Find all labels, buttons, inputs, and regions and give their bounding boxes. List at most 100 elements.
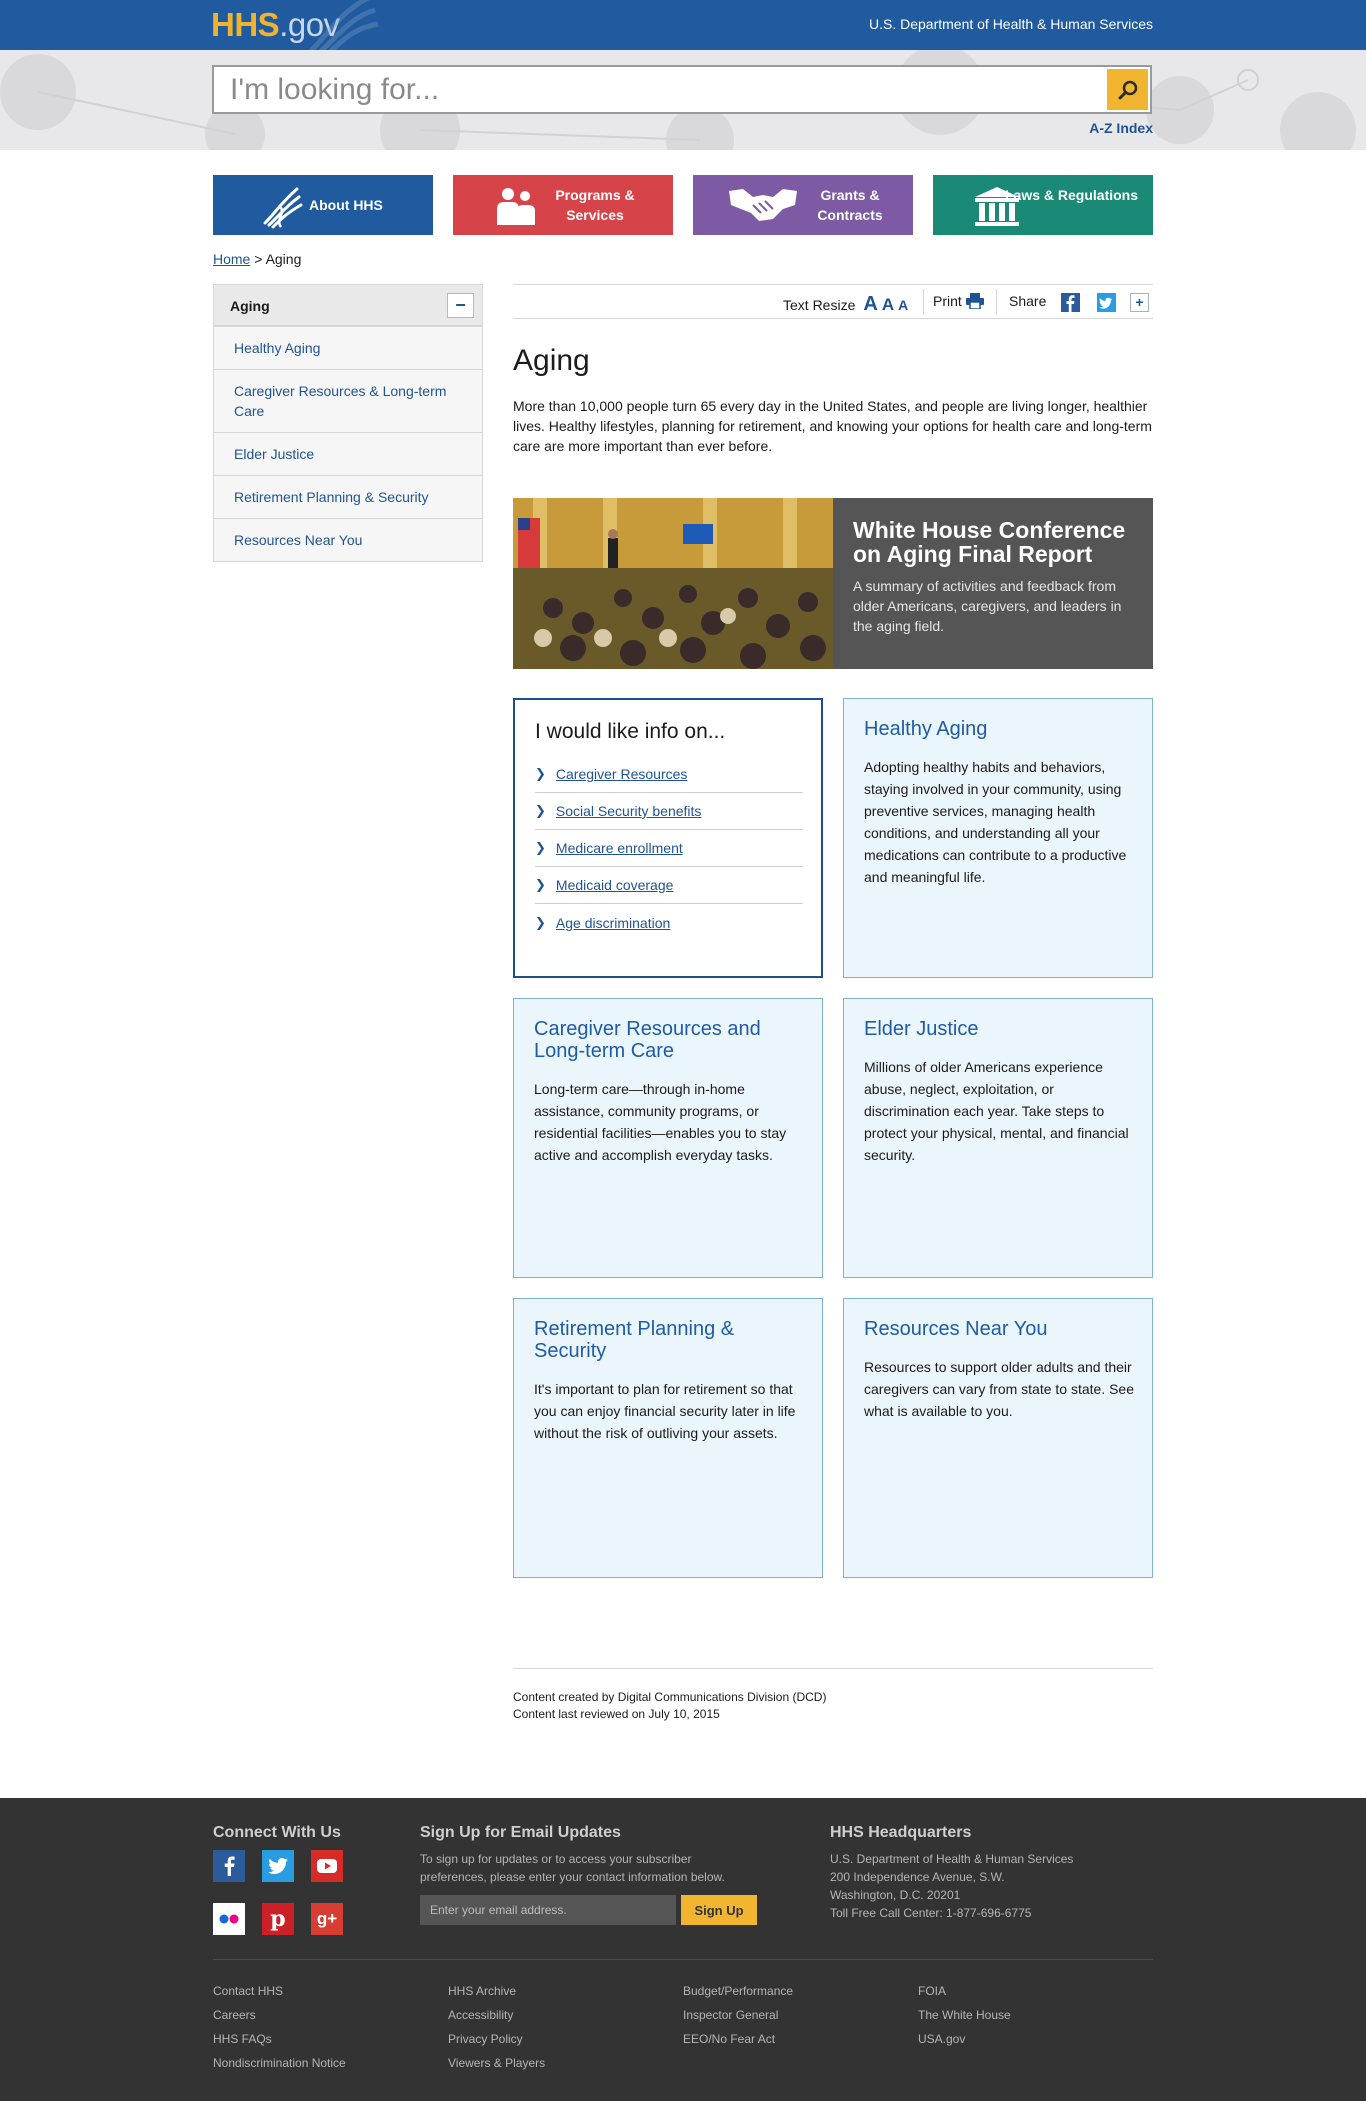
nav-grants-contracts[interactable]: Grants & Contracts [693, 175, 913, 235]
info-link-list: ❯ Caregiver Resources ❯ Social Security be… [535, 756, 803, 941]
nav-programs-label: Programs & Services [555, 187, 635, 223]
card-title: Elder Justice [864, 1018, 979, 1040]
nav-laws-regulations[interactable]: Laws & Regulations [933, 175, 1153, 235]
print-button[interactable]: Print [933, 293, 984, 309]
breadcrumb: Home > Aging [213, 251, 301, 267]
card-resources-near-you[interactable]: Resources Near You Resources to support … [843, 1298, 1153, 1578]
card-elder-justice[interactable]: Elder Justice Millions of older American… [843, 998, 1153, 1278]
card-text: Millions of older Americans experience a… [864, 1059, 1129, 1163]
list-item: ❯ Caregiver Resources [535, 756, 803, 793]
facebook-share-icon[interactable] [1061, 293, 1080, 312]
nav-programs-services[interactable]: Programs & Services [453, 175, 673, 235]
flickr-icon[interactable] [213, 1903, 245, 1935]
sidebar-collapse-button[interactable]: − [447, 293, 474, 318]
footer-divider [213, 1959, 1153, 1960]
sidebar-item-resources-near-you[interactable]: Resources Near You [214, 518, 482, 561]
page-title: Aging [513, 344, 590, 377]
pinterest-icon[interactable]: p [262, 1903, 294, 1935]
card-title: Healthy Aging [864, 718, 988, 740]
share-more-button[interactable]: + [1130, 293, 1149, 312]
card-title: Retirement Planning & Security [534, 1318, 735, 1362]
card-retirement-planning[interactable]: Retirement Planning & Security It's impo… [513, 1298, 823, 1578]
card-title: Caregiver Resources and Long-term Care [534, 1018, 761, 1062]
conference-photo [513, 498, 833, 669]
twitter-icon[interactable] [262, 1850, 294, 1882]
card-healthy-aging[interactable]: Healthy Aging Adopting healthy habits an… [843, 698, 1153, 978]
share-group: Share [1009, 293, 1046, 309]
content-reviewed: Content last reviewed on July 10, 2015 [513, 1707, 720, 1721]
chevron-right-icon: ❯ [535, 840, 546, 855]
text-resize-group: Text Resize A A A [783, 293, 908, 316]
search-button[interactable] [1107, 69, 1148, 110]
info-link-social-security[interactable]: Social Security benefits [556, 803, 702, 819]
info-link-medicaid[interactable]: Medicaid coverage [556, 877, 674, 893]
info-link-caregiver-resources[interactable]: Caregiver Resources [556, 766, 688, 782]
search-band: A-Z Index [0, 50, 1366, 150]
list-item: ❯ Age discrimination [535, 904, 803, 941]
search-icon [1118, 80, 1137, 99]
content-created: Content created by Digital Communication… [513, 1690, 827, 1704]
footer-link[interactable]: USA.gov [918, 2027, 1011, 2051]
content-meta: Content created by Digital Communication… [513, 1668, 1153, 1723]
handshake-icon [729, 189, 797, 221]
footer: Connect With Us p g+ Sign Up for Email U… [0, 1798, 1366, 2101]
search-input[interactable] [214, 67, 1094, 112]
caduceus-icon [263, 187, 303, 229]
nav-about-label: About HHS [309, 197, 383, 213]
email-field[interactable] [420, 1895, 676, 1925]
signup-button[interactable]: Sign Up [681, 1895, 757, 1925]
signup-title: Sign Up for Email Updates [420, 1824, 621, 1841]
footer-link[interactable]: Contact HHS [213, 1979, 346, 2003]
feature-banner[interactable]: White House Conference on Aging Final Re… [513, 498, 1153, 669]
footer-link[interactable]: Accessibility [448, 2003, 545, 2027]
sidebar-header: Aging − [214, 285, 482, 326]
breadcrumb-home-link[interactable]: Home [213, 251, 250, 267]
nav-laws-label: Laws & Regulations [1005, 187, 1139, 203]
footer-link[interactable]: Viewers & Players [448, 2051, 545, 2075]
footer-link[interactable]: Privacy Policy [448, 2027, 545, 2051]
az-index-link[interactable]: A-Z Index [1089, 120, 1153, 136]
info-link-medicare[interactable]: Medicare enrollment [556, 840, 683, 856]
top-bar: HHS.gov U.S. Department of Health & Huma… [0, 0, 1366, 50]
list-item: ❯ Social Security benefits [535, 793, 803, 830]
info-box-heading: I would like info on... [535, 720, 726, 743]
footer-link[interactable]: HHS Archive [448, 1979, 545, 2003]
hq-line: Toll Free Call Center: 1-877-696-6775 [830, 1906, 1032, 1920]
card-title: Resources Near You [864, 1318, 1048, 1340]
footer-link[interactable]: Inspector General [683, 2003, 793, 2027]
footer-link[interactable]: HHS FAQs [213, 2027, 346, 2051]
eagle-watermark-icon [308, 0, 379, 50]
footer-links-col-3: Budget/Performance Inspector General EEO… [683, 1979, 793, 2051]
department-name: U.S. Department of Health & Human Servic… [868, 16, 1153, 32]
footer-link[interactable]: Nondiscrimination Notice [213, 2051, 346, 2075]
footer-link[interactable]: Careers [213, 2003, 346, 2027]
footer-link[interactable]: FOIA [918, 1979, 1011, 2003]
chevron-right-icon: ❯ [535, 803, 546, 818]
signup-description: To sign up for updates or to access your… [420, 1852, 725, 1884]
chevron-right-icon: ❯ [535, 766, 546, 781]
breadcrumb-current: Aging [265, 251, 302, 267]
footer-links-col-4: FOIA The White House USA.gov [918, 1979, 1011, 2051]
sidebar-item-healthy-aging[interactable]: Healthy Aging [214, 326, 482, 369]
text-resize-large-button[interactable]: A [863, 293, 877, 316]
chevron-right-icon: ❯ [535, 914, 546, 930]
text-resize-small-button[interactable]: A [898, 297, 908, 313]
sidebar-item-retirement-planning[interactable]: Retirement Planning & Security [214, 475, 482, 518]
footer-link[interactable]: EEO/No Fear Act [683, 2027, 793, 2051]
info-link-age-discrimination[interactable]: Age discrimination [556, 915, 670, 931]
youtube-icon[interactable] [311, 1850, 343, 1882]
sidebar-item-elder-justice[interactable]: Elder Justice [214, 432, 482, 475]
facebook-icon[interactable] [213, 1850, 245, 1882]
footer-link[interactable]: The White House [918, 2003, 1011, 2027]
hq-line: 200 Independence Avenue, S.W. [830, 1870, 1005, 1884]
twitter-share-icon[interactable] [1097, 293, 1116, 312]
hq-title: HHS Headquarters [830, 1824, 972, 1841]
google-plus-icon[interactable]: g+ [311, 1903, 343, 1935]
sidebar-item-caregiver-resources[interactable]: Caregiver Resources & Long-term Care [214, 369, 482, 432]
printer-icon [965, 293, 984, 309]
nav-about-hhs[interactable]: About HHS [213, 175, 433, 235]
card-caregiver-resources[interactable]: Caregiver Resources and Long-term Care L… [513, 998, 823, 1278]
footer-link[interactable]: Budget/Performance [683, 1979, 793, 2003]
text-resize-medium-button[interactable]: A [882, 295, 894, 315]
list-item: ❯ Medicaid coverage [535, 867, 803, 904]
